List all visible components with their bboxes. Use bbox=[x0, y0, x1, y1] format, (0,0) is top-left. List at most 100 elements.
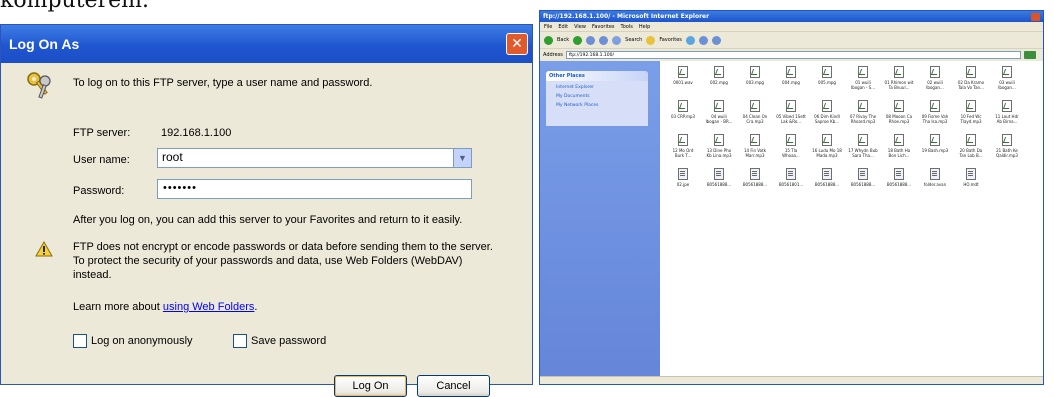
menu-tools[interactable]: Tools bbox=[621, 24, 633, 30]
file-item[interactable]: folder.avan bbox=[920, 168, 950, 198]
file-name[interactable]: 10 Fed Wc Tlayd.mp3 bbox=[956, 114, 986, 124]
favorites-icon[interactable] bbox=[646, 35, 656, 45]
file-item[interactable]: 07 Rivay The Rhoard.mp3 bbox=[848, 100, 878, 130]
file-item[interactable]: 11 Lout Hdr Ab Birna... bbox=[992, 100, 1022, 130]
username-combobox[interactable]: root ▼ bbox=[157, 148, 472, 168]
file-item[interactable]: 20 Bath Da Tan Lob B... bbox=[956, 134, 986, 164]
file-name[interactable]: 004.mpg bbox=[776, 80, 806, 85]
file-name[interactable]: 11 Lout Hdr Ab Birna... bbox=[992, 114, 1022, 124]
file-item[interactable]: 04 wuili Ibogan - BR... bbox=[704, 100, 734, 130]
back-icon[interactable] bbox=[544, 35, 553, 45]
history-icon[interactable] bbox=[698, 35, 708, 45]
audio-file-icon[interactable] bbox=[750, 100, 760, 112]
file-item[interactable]: 003.mpg bbox=[740, 66, 770, 96]
file-item[interactable]: HO.mdt bbox=[956, 168, 986, 198]
audio-file-icon[interactable] bbox=[858, 100, 868, 112]
explorer-close-icon[interactable] bbox=[1031, 12, 1040, 21]
file-name[interactable]: 21 Bath Ke Qaldir.mp3 bbox=[992, 148, 1022, 158]
document-file-icon[interactable] bbox=[822, 168, 832, 180]
file-name[interactable]: 05 Vibed 1Sett Lak &Ro... bbox=[776, 114, 806, 124]
file-item[interactable]: 13 Dine Pho Kb Lina.mp3 bbox=[704, 134, 734, 164]
file-name[interactable]: B0561801... bbox=[776, 182, 806, 187]
file-name[interactable]: 15 Tla Whoaa... bbox=[776, 148, 806, 158]
file-item[interactable]: 06 Dim Kindl Saproe Kb... bbox=[812, 100, 842, 130]
audio-file-icon[interactable] bbox=[750, 134, 760, 146]
sidebar-item-network-places[interactable]: My Network Places bbox=[546, 103, 648, 108]
file-name[interactable]: 04 Clean On Cra.mp3 bbox=[740, 114, 770, 124]
file-name[interactable]: 002.mpg bbox=[704, 80, 734, 85]
file-item[interactable]: 21 Bath Ke Qaldir.mp3 bbox=[992, 134, 1022, 164]
audio-file-icon[interactable] bbox=[966, 66, 976, 78]
address-input[interactable]: ftp://192.168.1.100/ bbox=[565, 51, 1021, 59]
file-name[interactable]: 02 wuili Ibogan... bbox=[920, 80, 950, 90]
audio-file-icon[interactable] bbox=[714, 100, 724, 112]
file-item[interactable]: 04 Clean On Cra.mp3 bbox=[740, 100, 770, 130]
audio-file-icon[interactable] bbox=[786, 66, 796, 78]
stop-icon[interactable] bbox=[586, 35, 596, 45]
file-item[interactable]: 09 Fisme Vah Tha Isa.mp3 bbox=[920, 100, 950, 130]
audio-file-icon[interactable] bbox=[714, 134, 724, 146]
file-name[interactable]: 01 Rhimon wit Ta Bnuul... bbox=[884, 80, 914, 90]
audio-file-icon[interactable] bbox=[930, 100, 940, 112]
audio-file-icon[interactable] bbox=[894, 100, 904, 112]
file-item[interactable]: 01 Rhimon wit Ta Bnuul... bbox=[884, 66, 914, 96]
audio-file-icon[interactable] bbox=[678, 100, 688, 112]
file-item[interactable]: 08 Mooon Ca Rhoe.mp3 bbox=[884, 100, 914, 130]
username-value[interactable]: root bbox=[162, 150, 183, 164]
file-name[interactable]: 06 Dim Kindl Saproe Kb... bbox=[812, 114, 842, 124]
file-item[interactable]: B0561801... bbox=[776, 168, 806, 198]
file-name[interactable]: 02 Da Kramo Tala Vo Tan... bbox=[956, 80, 986, 90]
audio-file-icon[interactable] bbox=[966, 100, 976, 112]
file-name[interactable]: 005.mpg bbox=[812, 80, 842, 85]
document-file-icon[interactable] bbox=[786, 168, 796, 180]
audio-file-icon[interactable] bbox=[1002, 66, 1012, 78]
file-name[interactable]: 07 Rivay The Rhoard.mp3 bbox=[848, 114, 878, 124]
file-item[interactable]: 0001.wav bbox=[668, 66, 698, 96]
file-item[interactable]: 17 Whydn Bub Sara Tha... bbox=[848, 134, 878, 164]
file-item[interactable]: 02 wuili Ibogan... bbox=[920, 66, 950, 96]
file-name[interactable]: B0561888... bbox=[848, 182, 878, 187]
sidebar-item-internet-explorer[interactable]: Internet Explorer bbox=[546, 85, 648, 90]
log-on-button[interactable]: Log On bbox=[334, 375, 407, 397]
document-file-icon[interactable] bbox=[858, 168, 868, 180]
file-name[interactable]: 02.jpe bbox=[668, 182, 698, 187]
file-item[interactable]: 05 Vibed 1Sett Lak &Ro... bbox=[776, 100, 806, 130]
search-icon[interactable] bbox=[612, 35, 622, 45]
audio-file-icon[interactable] bbox=[894, 66, 904, 78]
file-name[interactable]: 03 CRP.mp3 bbox=[668, 114, 698, 119]
audio-file-icon[interactable] bbox=[1002, 134, 1012, 146]
audio-file-icon[interactable] bbox=[858, 66, 868, 78]
file-item[interactable]: 005.mpg bbox=[812, 66, 842, 96]
audio-file-icon[interactable] bbox=[930, 134, 940, 146]
document-file-icon[interactable] bbox=[930, 168, 940, 180]
sidebar-item-my-documents[interactable]: My Documents bbox=[546, 94, 648, 99]
document-file-icon[interactable] bbox=[678, 168, 688, 180]
file-name[interactable]: 0001.wav bbox=[668, 80, 698, 85]
menu-edit[interactable]: Edit bbox=[558, 24, 568, 30]
audio-file-icon[interactable] bbox=[930, 66, 940, 78]
file-name[interactable]: 01 wuili Ibogan - S... bbox=[848, 80, 878, 90]
audio-file-icon[interactable] bbox=[822, 134, 832, 146]
password-field[interactable]: ••••••• bbox=[157, 179, 472, 199]
file-name[interactable]: 13 Dine Pho Kb Lina.mp3 bbox=[704, 148, 734, 158]
file-item[interactable]: 12 Mo Ord Burk T... bbox=[668, 134, 698, 164]
file-item[interactable]: 14 Fin Vatk Marr.mp3 bbox=[740, 134, 770, 164]
save-password-checkbox-box[interactable] bbox=[233, 334, 247, 348]
save-password-checkbox[interactable]: Save password bbox=[233, 334, 326, 348]
file-item[interactable]: B0561888... bbox=[704, 168, 734, 198]
audio-file-icon[interactable] bbox=[786, 100, 796, 112]
back-label[interactable]: Back bbox=[557, 37, 569, 43]
file-item[interactable]: 004.mpg bbox=[776, 66, 806, 96]
file-item[interactable]: 02.jpe bbox=[668, 168, 698, 198]
audio-file-icon[interactable] bbox=[714, 66, 724, 78]
file-item[interactable]: B0561888... bbox=[848, 168, 878, 198]
audio-file-icon[interactable] bbox=[1002, 100, 1012, 112]
file-item[interactable]: 18 Bath Ha Bon Lich... bbox=[884, 134, 914, 164]
file-item[interactable]: 16 Ludu Mo 18 Mada.mp3 bbox=[812, 134, 842, 164]
file-item[interactable]: 01 wuili Ibogan - S... bbox=[848, 66, 878, 96]
file-name[interactable]: 12 Mo Ord Burk T... bbox=[668, 148, 698, 158]
favorites-label[interactable]: Favorites bbox=[659, 37, 682, 43]
file-name[interactable]: 14 Fin Vatk Marr.mp3 bbox=[740, 148, 770, 158]
audio-file-icon[interactable] bbox=[894, 134, 904, 146]
file-name[interactable]: 20 Bath Da Tan Lob B... bbox=[956, 148, 986, 158]
